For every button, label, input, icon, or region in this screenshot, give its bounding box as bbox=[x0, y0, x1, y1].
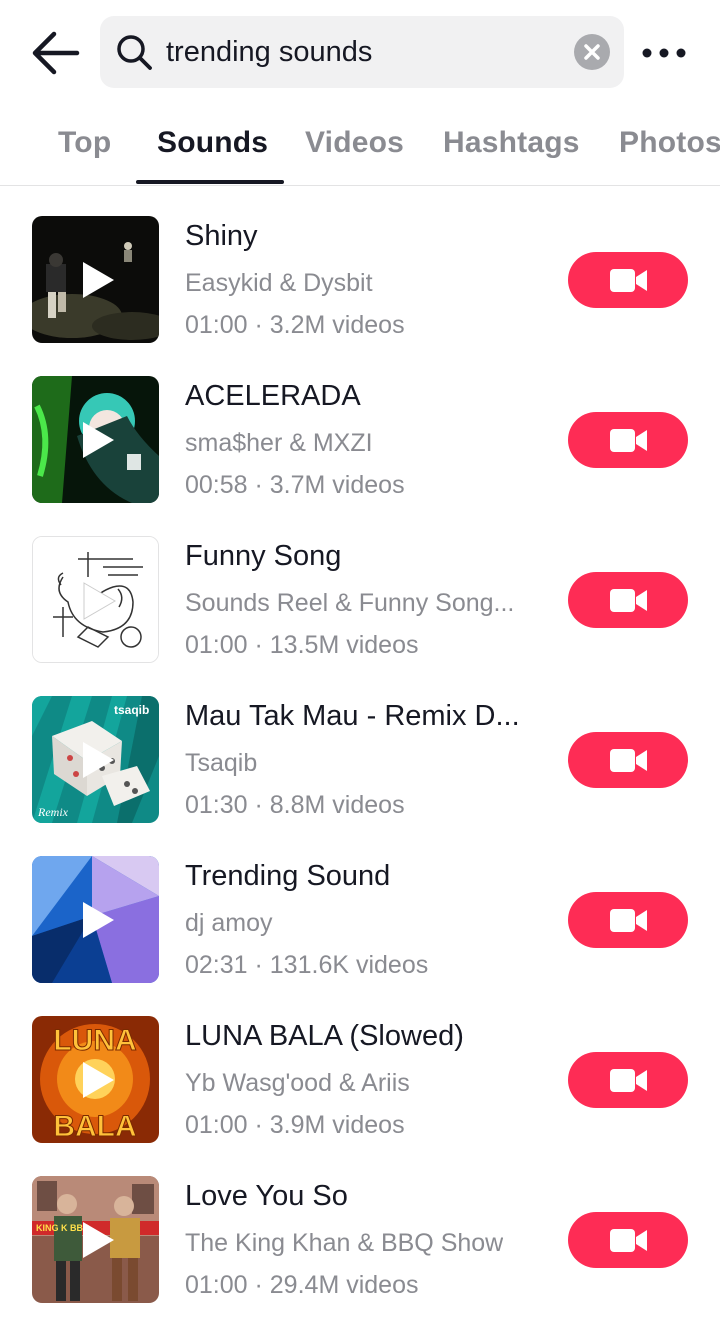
arrow-left-icon bbox=[32, 31, 80, 75]
tab-photos[interactable]: Photos bbox=[619, 126, 720, 160]
play-icon bbox=[83, 742, 114, 778]
sound-row[interactable]: ACELERADA sma$her & MXZI 00:58 · 3.7M vi… bbox=[0, 346, 720, 506]
sound-cover[interactable] bbox=[32, 536, 159, 663]
cover-label-bala: BALA bbox=[53, 1110, 136, 1143]
video-camera-icon bbox=[610, 909, 647, 932]
sound-title: Trending Sound bbox=[185, 860, 391, 892]
cover-label-tsaqib: tsaqib bbox=[114, 703, 149, 717]
tab-top[interactable]: Top bbox=[58, 126, 111, 160]
sound-row[interactable]: Trending Sound dj amoy 02:31 · 131.6K vi… bbox=[0, 826, 720, 986]
sound-artist: The King Khan & BBQ Show bbox=[185, 1229, 504, 1257]
sound-duration: 01:00 bbox=[185, 631, 248, 659]
sound-artist: Easykid & Dysbit bbox=[185, 269, 373, 297]
use-sound-button[interactable] bbox=[568, 1212, 688, 1268]
use-sound-button[interactable] bbox=[568, 1052, 688, 1108]
sound-cover[interactable] bbox=[32, 376, 159, 503]
sound-row[interactable]: LUNA BALA LUNA BALA (Slowed) Yb Wasg'ood… bbox=[0, 986, 720, 1146]
video-camera-icon bbox=[610, 429, 647, 452]
use-sound-button[interactable] bbox=[568, 732, 688, 788]
video-camera-icon bbox=[610, 1069, 647, 1092]
sound-title: Funny Song bbox=[185, 540, 342, 572]
sound-video-count: 8.8M videos bbox=[269, 791, 405, 819]
sound-artist: sma$her & MXZI bbox=[185, 429, 373, 457]
sound-artist: dj amoy bbox=[185, 909, 273, 937]
clear-x-icon bbox=[584, 44, 600, 60]
use-sound-button[interactable] bbox=[568, 892, 688, 948]
tab-sounds[interactable]: Sounds bbox=[157, 126, 268, 160]
sound-artist: Yb Wasg'ood & Ariis bbox=[185, 1069, 410, 1097]
video-camera-icon bbox=[610, 749, 647, 772]
play-icon bbox=[83, 262, 114, 298]
sound-video-count: 3.2M videos bbox=[269, 311, 405, 339]
sound-duration: 01:00 bbox=[185, 1271, 248, 1299]
sound-cover[interactable]: KING K BBQ bbox=[32, 1176, 159, 1303]
sound-title: Shiny bbox=[185, 220, 258, 252]
sound-meta: 01:00 · 3.9M videos bbox=[185, 1111, 405, 1139]
use-sound-button[interactable] bbox=[568, 412, 688, 468]
search-input[interactable] bbox=[166, 16, 556, 88]
sound-duration: 01:00 bbox=[185, 1111, 248, 1139]
play-icon bbox=[83, 902, 114, 938]
sound-duration: 01:30 bbox=[185, 791, 248, 819]
sound-row[interactable]: KING K BBQ Love You So The King Khan & B… bbox=[0, 1146, 720, 1306]
sound-cover[interactable] bbox=[32, 856, 159, 983]
play-icon bbox=[83, 1222, 114, 1258]
video-camera-icon bbox=[610, 589, 647, 612]
sound-duration: 02:31 bbox=[185, 951, 248, 979]
more-options-button[interactable] bbox=[640, 38, 690, 68]
sound-row[interactable]: Funny Song Sounds Reel & Funny Song... 0… bbox=[0, 506, 720, 666]
search-bar[interactable] bbox=[100, 16, 624, 88]
sound-title: ACELERADA bbox=[185, 380, 361, 412]
sound-artist: Tsaqib bbox=[185, 749, 258, 777]
play-icon bbox=[83, 1062, 114, 1098]
search-icon bbox=[117, 35, 152, 70]
play-icon bbox=[83, 582, 116, 620]
sound-cover[interactable]: LUNA BALA bbox=[32, 1016, 159, 1143]
sound-duration: 01:00 bbox=[185, 311, 248, 339]
sound-title: LUNA BALA (Slowed) bbox=[185, 1020, 464, 1052]
sound-artist: Sounds Reel & Funny Song... bbox=[185, 589, 515, 617]
sound-cover[interactable] bbox=[32, 216, 159, 343]
use-sound-button[interactable] bbox=[568, 572, 688, 628]
sound-cover[interactable]: tsaqib Remix bbox=[32, 696, 159, 823]
sound-row[interactable]: Shiny Easykid & Dysbit 01:00 · 3.2M vide… bbox=[0, 186, 720, 346]
sound-title: Love You So bbox=[185, 1180, 348, 1212]
video-camera-icon bbox=[610, 1229, 647, 1252]
sound-duration: 00:58 bbox=[185, 471, 248, 499]
active-tab-indicator bbox=[136, 180, 284, 184]
more-horizontal-icon bbox=[642, 48, 686, 58]
video-camera-icon bbox=[610, 269, 647, 292]
clear-search-button[interactable] bbox=[574, 34, 610, 70]
search-result-tabs: Top Sounds Videos Hashtags Photos bbox=[0, 104, 720, 186]
use-sound-button[interactable] bbox=[568, 252, 688, 308]
tab-hashtags[interactable]: Hashtags bbox=[443, 126, 580, 160]
sound-meta: 01:00 · 29.4M videos bbox=[185, 1271, 419, 1299]
sound-meta: 00:58 · 3.7M videos bbox=[185, 471, 405, 499]
sound-video-count: 3.7M videos bbox=[269, 471, 405, 499]
sound-video-count: 131.6K videos bbox=[269, 951, 429, 979]
sound-video-count: 29.4M videos bbox=[269, 1271, 419, 1299]
back-button[interactable] bbox=[30, 30, 82, 76]
play-icon bbox=[83, 422, 114, 458]
sound-title: Mau Tak Mau - Remix D... bbox=[185, 700, 520, 732]
cover-label-luna: LUNA bbox=[53, 1024, 136, 1057]
tab-videos[interactable]: Videos bbox=[305, 126, 404, 160]
sound-video-count: 3.9M videos bbox=[269, 1111, 405, 1139]
cover-label-remix: Remix bbox=[37, 805, 69, 819]
sound-meta: 02:31 · 131.6K videos bbox=[185, 951, 429, 979]
sound-meta: 01:30 · 8.8M videos bbox=[185, 791, 405, 819]
sound-row[interactable]: tsaqib Remix Mau Tak Mau - Remix D... Ts… bbox=[0, 666, 720, 826]
top-bar bbox=[0, 0, 720, 104]
sound-meta: 01:00 · 3.2M videos bbox=[185, 311, 405, 339]
sound-video-count: 13.5M videos bbox=[269, 631, 419, 659]
sound-meta: 01:00 · 13.5M videos bbox=[185, 631, 419, 659]
